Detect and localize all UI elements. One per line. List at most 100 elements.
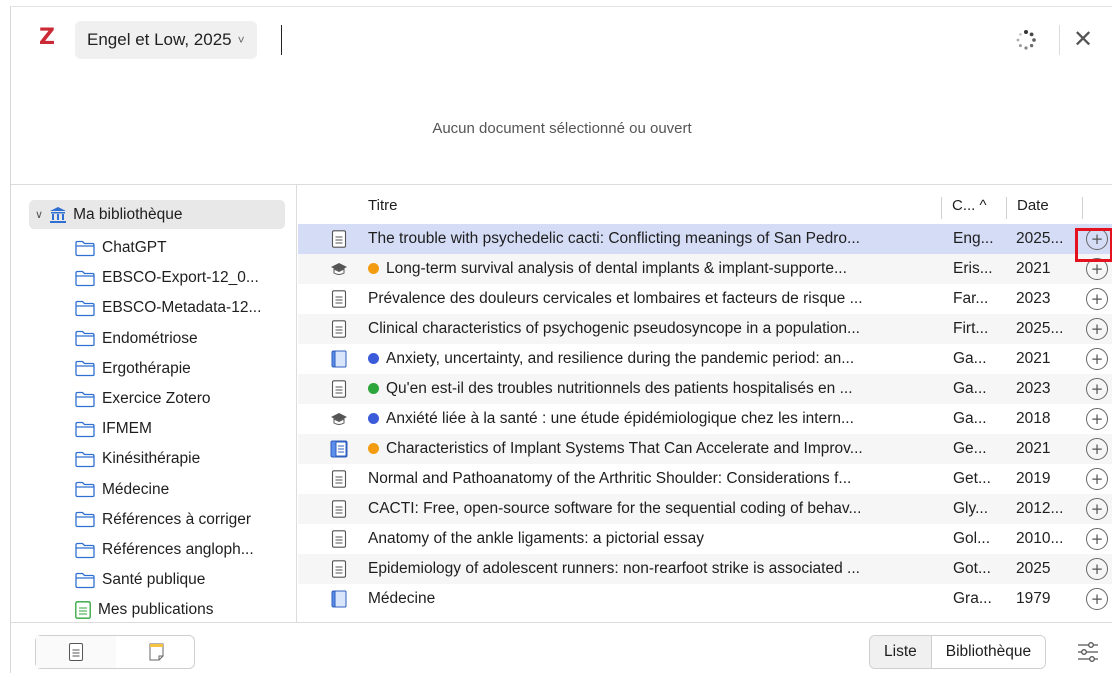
- item-type-icon-wrapper: [330, 410, 348, 428]
- add-citation-icon[interactable]: +: [1086, 318, 1108, 340]
- table-row[interactable]: Qu'en est-il des troubles nutritionnels …: [298, 374, 1112, 404]
- folder-icon: [75, 240, 95, 256]
- table-row[interactable]: The trouble with psychedelic cacti: Conf…: [298, 224, 1112, 254]
- settings-sliders-icon[interactable]: [1077, 641, 1099, 663]
- add-citation-icon[interactable]: +: [1086, 498, 1108, 520]
- table-row[interactable]: Epidemiology of adolescent runners: non-…: [298, 554, 1112, 584]
- sidebar-collection-item[interactable]: Références angloph...: [75, 535, 254, 565]
- list-view-button[interactable]: Liste: [870, 636, 931, 668]
- table-row[interactable]: Médecine Gra... 1979 +: [298, 584, 1112, 614]
- item-title: Clinical characteristics of psychogenic …: [368, 320, 860, 337]
- sidebar-collection-item[interactable]: Santé publique: [75, 565, 205, 595]
- item-creator: Far...: [953, 290, 989, 307]
- sidebar-item-label: Exercice Zotero: [102, 390, 211, 407]
- column-divider[interactable]: [1082, 197, 1083, 219]
- item-title: Anxiety, uncertainty, and resilience dur…: [386, 350, 855, 367]
- annotation-highlight: [1075, 228, 1112, 262]
- item-date: 2025...: [1016, 320, 1064, 337]
- item-type-icon-wrapper: [330, 560, 348, 578]
- collections-sidebar: ∨ Ma bibliothèque ChatGPT EBSCO-Export-12…: [11, 185, 297, 622]
- table-row[interactable]: Anxiety, uncertainty, and resilience dur…: [298, 344, 1112, 374]
- item-date: 2023: [1016, 380, 1051, 397]
- sidebar-collection-item[interactable]: Ergothérapie: [75, 354, 191, 384]
- document-icon: [331, 560, 347, 578]
- folder-icon: [75, 542, 95, 558]
- sidebar-item-my-library[interactable]: ∨ Ma bibliothèque: [29, 200, 285, 229]
- book-section-icon: [330, 440, 348, 458]
- add-citation-icon[interactable]: +: [1086, 408, 1108, 430]
- item-title: Prévalence des douleurs cervicales et lo…: [368, 290, 863, 307]
- item-date: 2021: [1016, 350, 1051, 367]
- column-creator[interactable]: C... ^: [952, 197, 987, 214]
- sidebar-item-label: ChatGPT: [102, 239, 167, 256]
- sidebar-collection-item[interactable]: Exercice Zotero: [75, 384, 211, 414]
- thesis-icon: [331, 413, 347, 425]
- add-citation-icon[interactable]: +: [1086, 528, 1108, 550]
- item-creator: Ga...: [953, 350, 987, 367]
- table-row[interactable]: Anxiété liée à la santé : une étude épid…: [298, 404, 1112, 434]
- library-view-button[interactable]: Bibliothèque: [930, 636, 1046, 668]
- add-citation-icon[interactable]: +: [1086, 348, 1108, 370]
- items-mode-button[interactable]: [36, 636, 116, 668]
- table-row[interactable]: Characteristics of Implant Systems That …: [298, 434, 1112, 464]
- sidebar-item-label: Mes publications: [98, 601, 214, 619]
- view-toggle[interactable]: Liste Bibliothèque: [869, 635, 1047, 669]
- add-citation-icon[interactable]: +: [1086, 558, 1108, 580]
- sidebar-item-label: Références angloph...: [102, 541, 254, 558]
- table-row[interactable]: Anatomy of the ankle ligaments: a pictor…: [298, 524, 1112, 554]
- document-type-switch[interactable]: [35, 635, 195, 669]
- item-title-cell: Long-term survival analysis of dental im…: [368, 260, 940, 278]
- sidebar-item-label: Médecine: [102, 480, 170, 498]
- add-citation-icon[interactable]: +: [1086, 438, 1108, 460]
- add-citation-icon[interactable]: +: [1086, 468, 1108, 490]
- color-tag-dot: [368, 263, 379, 274]
- column-divider[interactable]: [941, 197, 942, 219]
- item-creator: Get...: [953, 470, 991, 487]
- close-icon[interactable]: ✕: [1073, 25, 1093, 53]
- table-row[interactable]: Prévalence des douleurs cervicales et lo…: [298, 284, 1112, 314]
- document-status: Aucun document sélectionné ou ouvert: [11, 73, 1112, 185]
- item-creator: Ge...: [953, 440, 987, 457]
- document-icon: [69, 643, 83, 661]
- folder-icon: [75, 391, 95, 407]
- chevron-down-icon[interactable]: ˅: [238, 33, 245, 47]
- add-citation-icon[interactable]: +: [1086, 288, 1108, 310]
- sidebar-collection-item[interactable]: Références à corriger: [75, 505, 251, 535]
- notes-mode-button[interactable]: [116, 636, 196, 668]
- table-row[interactable]: Long-term survival analysis of dental im…: [298, 254, 1112, 284]
- sidebar-collection-item[interactable]: Kinésithérapie: [75, 444, 200, 474]
- sidebar-item-label: Ergothérapie: [102, 359, 191, 377]
- item-title-cell: Anxiety, uncertainty, and resilience dur…: [368, 350, 940, 368]
- sidebar-collection-item[interactable]: IFMEM: [75, 414, 152, 444]
- item-type-icon-wrapper: [330, 380, 348, 398]
- column-date[interactable]: Date: [1017, 197, 1049, 214]
- item-type-icon-wrapper: [330, 230, 348, 248]
- sidebar-collection-item[interactable]: Endométriose: [75, 324, 198, 354]
- column-divider[interactable]: [1006, 197, 1007, 219]
- document-icon: [331, 530, 347, 548]
- item-title-cell: CACTI: Free, open-source software for th…: [368, 500, 940, 518]
- add-citation-icon[interactable]: +: [1086, 588, 1108, 610]
- sidebar-collection-item[interactable]: EBSCO-Metadata-12...: [75, 293, 261, 323]
- table-row[interactable]: Clinical characteristics of psychogenic …: [298, 314, 1112, 344]
- sidebar-collection-item[interactable]: Médecine: [75, 475, 169, 505]
- sidebar-item-my-publications[interactable]: Mes publications: [75, 595, 213, 622]
- citation-chip[interactable]: Engel et Low, 2025 ˅: [75, 21, 257, 59]
- item-title: Characteristics of Implant Systems That …: [386, 440, 863, 457]
- table-row[interactable]: Normal and Pathoanatomy of the Arthritic…: [298, 464, 1112, 494]
- item-title: Médecine: [368, 590, 436, 607]
- table-row[interactable]: CACTI: Free, open-source software for th…: [298, 494, 1112, 524]
- folder-icon: [75, 330, 95, 347]
- column-title[interactable]: Titre: [368, 197, 397, 214]
- sidebar-item-label: EBSCO-Export-12_0...: [102, 269, 259, 287]
- sidebar-collection-item[interactable]: EBSCO-Export-12_0...: [75, 263, 259, 293]
- sidebar-collection-item[interactable]: ChatGPT: [75, 233, 167, 263]
- chevron-down-icon[interactable]: ∨: [35, 208, 43, 221]
- add-citation-icon[interactable]: +: [1086, 378, 1108, 400]
- sidebar-item-label: Références à corriger: [102, 510, 252, 528]
- sidebar-item-label: Santé publique: [102, 571, 206, 589]
- sidebar-item-label: EBSCO-Metadata-12...: [102, 299, 262, 317]
- divider: [1059, 25, 1060, 55]
- zotero-logo: Z: [39, 25, 55, 50]
- column-header: Titre C... ^ Date: [298, 193, 1112, 221]
